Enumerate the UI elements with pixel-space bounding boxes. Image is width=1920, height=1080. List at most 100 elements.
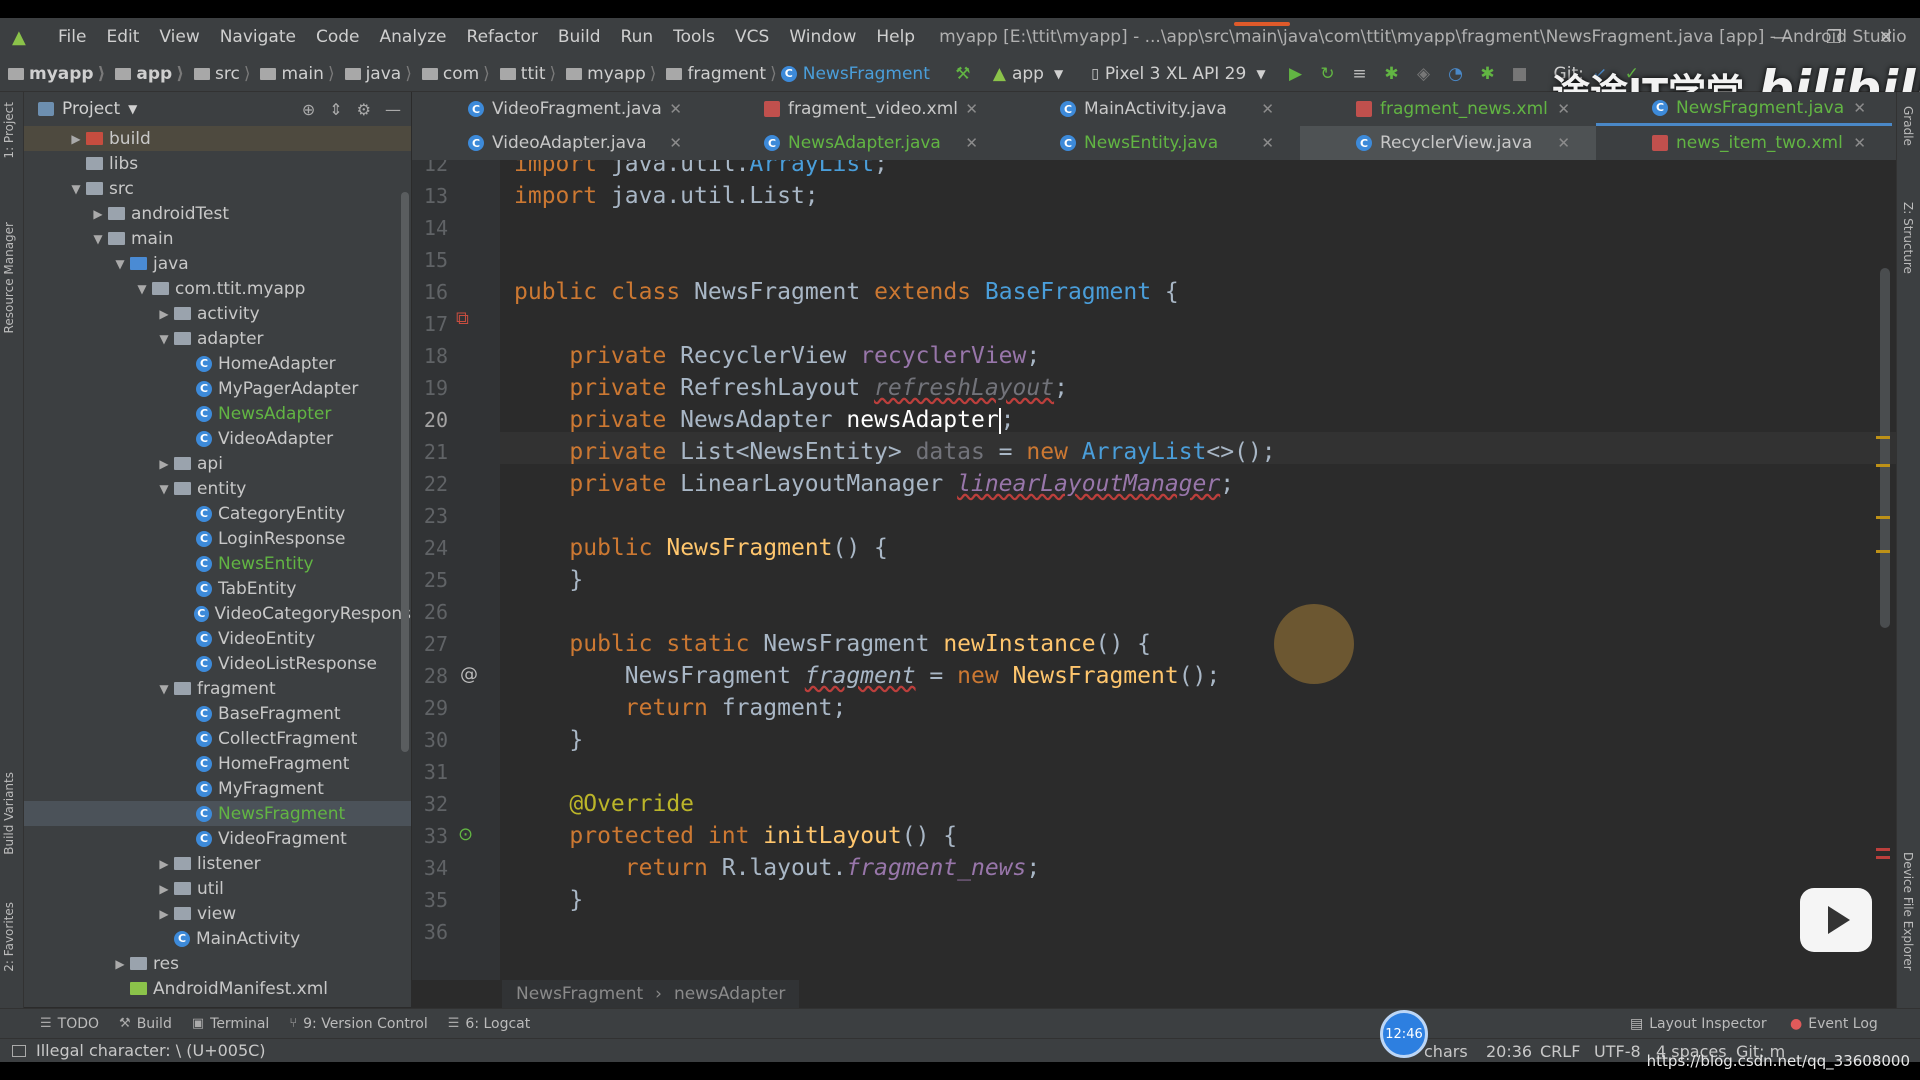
- close-icon[interactable]: ✕: [1557, 100, 1570, 118]
- status-position[interactable]: 20:36: [1486, 1039, 1532, 1063]
- code-line[interactable]: NewsFragment fragment = new NewsFragment…: [514, 660, 1220, 692]
- code-line[interactable]: }: [514, 884, 583, 916]
- collapsed-arrow-icon[interactable]: ▶: [154, 882, 174, 896]
- coverage-icon[interactable]: ✱: [1475, 61, 1501, 87]
- menu-item-refactor[interactable]: Refactor: [457, 27, 548, 47]
- profile-icon[interactable]: ◔: [1443, 61, 1469, 87]
- tab-fragment-news-xml[interactable]: fragment_news.xml ✕: [1300, 92, 1596, 126]
- collapsed-arrow-icon[interactable]: ▶: [154, 857, 174, 871]
- code-line[interactable]: public NewsFragment() {: [514, 532, 888, 564]
- tool-tab-build[interactable]: ⚒ Build: [119, 1016, 172, 1032]
- expanded-arrow-icon[interactable]: ▼: [66, 182, 86, 196]
- device-select[interactable]: ▯ Pixel 3 XL API 29 ▼: [1083, 60, 1273, 88]
- tree-item[interactable]: C VideoFragment: [24, 826, 411, 851]
- code-line[interactable]: import java.util.ArrayList;: [514, 160, 888, 180]
- warning-marker[interactable]: [1876, 550, 1890, 553]
- expanded-arrow-icon[interactable]: ▼: [88, 232, 108, 246]
- error-marker[interactable]: [1876, 856, 1890, 859]
- tree-item[interactable]: C NewsAdapter: [24, 401, 411, 426]
- tree-item[interactable]: C MyFragment: [24, 776, 411, 801]
- tab-newsfragment-java[interactable]: C NewsFragment.java ✕: [1596, 92, 1892, 126]
- restore-button[interactable]: ❐: [1806, 18, 1862, 56]
- code-line[interactable]: private LinearLayoutManager linearLayout…: [514, 468, 1234, 500]
- close-icon[interactable]: ✕: [1557, 134, 1570, 152]
- tool-tab----logcat[interactable]: ☰ 6: Logcat: [448, 1016, 531, 1032]
- breadcrumb-item[interactable]: main ⟩: [252, 64, 336, 84]
- tab-project[interactable]: 1: Project: [2, 102, 16, 159]
- expanded-arrow-icon[interactable]: ▼: [154, 682, 174, 696]
- menu-item-tools[interactable]: Tools: [663, 27, 725, 47]
- tab-newsentity-java[interactable]: C NewsEntity.java ✕: [1004, 126, 1300, 160]
- hide-icon[interactable]: —: [385, 100, 401, 119]
- error-marker[interactable]: [1876, 848, 1890, 851]
- tree-item[interactable]: ▶ api: [24, 451, 411, 476]
- code-line[interactable]: protected int initLayout() {: [514, 820, 957, 852]
- warning-marker[interactable]: [1876, 436, 1890, 439]
- play-button[interactable]: [1800, 888, 1872, 952]
- minimize-button[interactable]: —: [1754, 18, 1810, 56]
- annotation-icon[interactable]: @: [460, 664, 478, 685]
- status-message[interactable]: Illegal character: \ (U+005C): [12, 1041, 266, 1060]
- code-line[interactable]: @Override: [514, 788, 694, 820]
- tree-item[interactable]: AndroidManifest.xml: [24, 976, 411, 1001]
- menu-item-edit[interactable]: Edit: [96, 27, 149, 47]
- chevron-down-icon[interactable]: ▼: [128, 102, 137, 116]
- close-icon[interactable]: ✕: [1853, 99, 1866, 117]
- layout-inspector-tab[interactable]: ▤ Layout Inspector: [1630, 1016, 1767, 1032]
- tree-item[interactable]: C VideoCategoryRespons: [24, 601, 411, 626]
- tree-item[interactable]: C HomeAdapter: [24, 351, 411, 376]
- project-panel-title[interactable]: Project: [62, 99, 120, 119]
- run-config-select[interactable]: ▲ app ▼: [985, 60, 1071, 88]
- tab-videofragment-java[interactable]: C VideoFragment.java ✕: [412, 92, 708, 126]
- menu-item-window[interactable]: Window: [779, 27, 866, 47]
- code-line[interactable]: import java.util.List;: [514, 180, 819, 212]
- tab-build-variants[interactable]: Build Variants: [2, 772, 16, 855]
- tab-structure[interactable]: Z: Structure: [1901, 202, 1915, 274]
- tab-mainactivity-java[interactable]: C MainActivity.java ✕: [1004, 92, 1300, 126]
- run-icon[interactable]: ▶: [1283, 61, 1309, 87]
- tree-item[interactable]: ▶ util: [24, 876, 411, 901]
- tree-item[interactable]: ▼ fragment: [24, 676, 411, 701]
- breadcrumb-item[interactable]: myapp ⟩: [558, 64, 658, 84]
- tab-fragment-video-xml[interactable]: fragment_video.xml ✕: [708, 92, 1004, 126]
- tab-recyclerview-java[interactable]: C RecyclerView.java ✕: [1300, 126, 1596, 160]
- tree-item[interactable]: ▶ listener: [24, 851, 411, 876]
- breadcrumb-item[interactable]: fragment ⟩: [658, 64, 778, 84]
- code-line[interactable]: private List<NewsEntity> datas = new Arr…: [514, 436, 1275, 468]
- close-icon[interactable]: ✕: [1853, 134, 1866, 152]
- close-button[interactable]: ✕: [1858, 18, 1914, 56]
- tree-item[interactable]: C MyPagerAdapter: [24, 376, 411, 401]
- tab-favorites[interactable]: 2: Favorites: [2, 902, 16, 972]
- hammer-icon[interactable]: ⚒: [950, 61, 976, 87]
- tree-item[interactable]: C VideoAdapter: [24, 426, 411, 451]
- tab-newsadapter-java[interactable]: C NewsAdapter.java ✕: [708, 126, 1004, 160]
- tab-resource-manager[interactable]: Resource Manager: [2, 222, 16, 333]
- menu-item-vcs[interactable]: VCS: [725, 27, 779, 47]
- expanded-arrow-icon[interactable]: ▼: [110, 257, 130, 271]
- menu-item-view[interactable]: View: [149, 27, 209, 47]
- tree-item[interactable]: C VideoListResponse: [24, 651, 411, 676]
- code-line[interactable]: private NewsAdapter newsAdapter;: [514, 404, 1015, 436]
- tree-item[interactable]: C TabEntity: [24, 576, 411, 601]
- tree-item[interactable]: C BaseFragment: [24, 701, 411, 726]
- menu-item-run[interactable]: Run: [611, 27, 664, 47]
- event-log-tab[interactable]: ● Event Log: [1790, 1016, 1878, 1032]
- collapsed-arrow-icon[interactable]: ▶: [110, 957, 130, 971]
- code-line[interactable]: private RecyclerView recyclerView;: [514, 340, 1040, 372]
- menu-item-navigate[interactable]: Navigate: [210, 27, 306, 47]
- menu-item-file[interactable]: File: [48, 27, 96, 47]
- close-icon[interactable]: ✕: [1261, 134, 1274, 152]
- collapsed-arrow-icon[interactable]: ▶: [154, 457, 174, 471]
- tree-item[interactable]: C CollectFragment: [24, 726, 411, 751]
- collapsed-arrow-icon[interactable]: ▶: [66, 132, 86, 146]
- menu-item-build[interactable]: Build: [548, 27, 611, 47]
- code-line[interactable]: private RefreshLayout refreshLayout;: [514, 372, 1068, 404]
- tree-item[interactable]: C CategoryEntity: [24, 501, 411, 526]
- tree-item[interactable]: ▼ com.ttit.myapp: [24, 276, 411, 301]
- tree-item[interactable]: ▼ java: [24, 251, 411, 276]
- code-line[interactable]: }: [514, 564, 583, 596]
- tree-item[interactable]: ▶ build: [24, 126, 411, 151]
- close-icon[interactable]: ✕: [669, 100, 682, 118]
- collapsed-arrow-icon[interactable]: ▶: [154, 307, 174, 321]
- breadcrumb-item[interactable]: src ⟩: [186, 64, 252, 84]
